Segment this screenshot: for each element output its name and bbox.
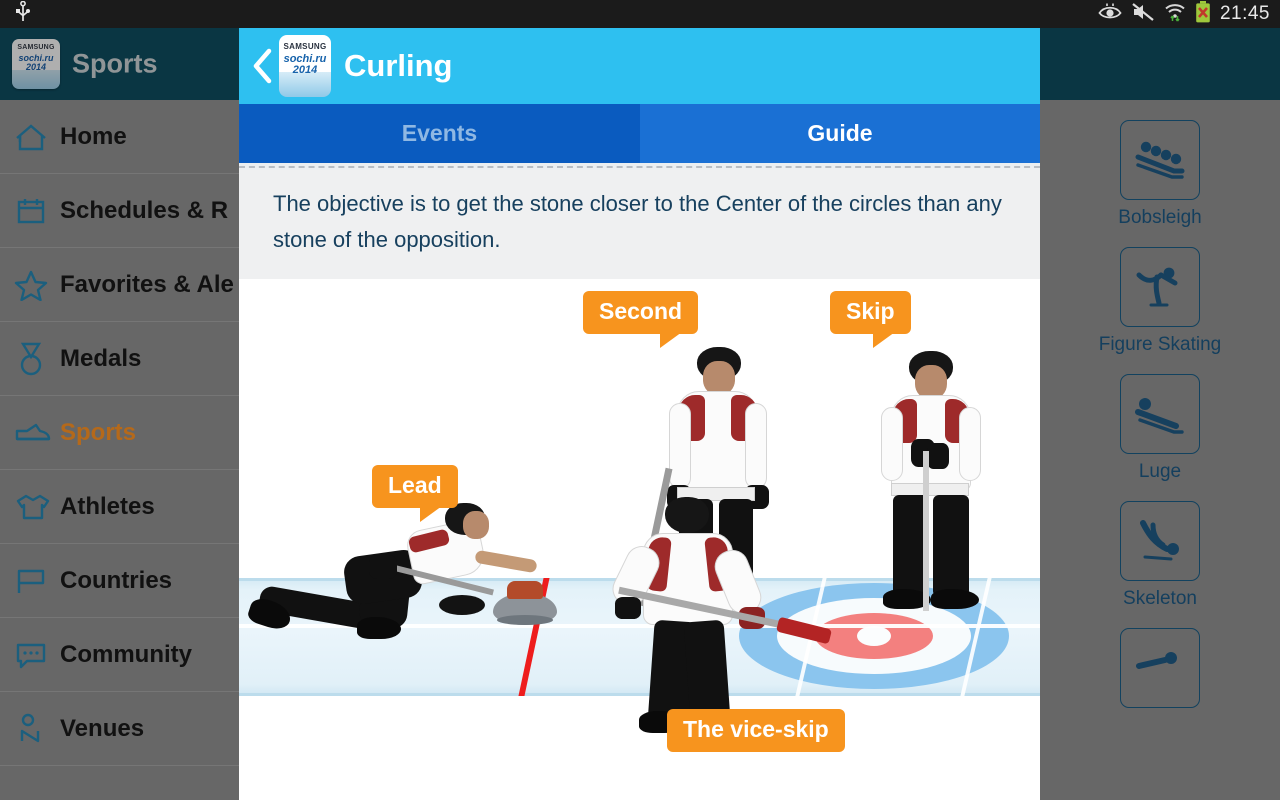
sidebar-item-label: Schedules & R: [60, 196, 229, 224]
status-right-icons: 21:45: [1098, 0, 1270, 28]
sports-grid: Bobsleigh Figure Skating Luge Skeleton: [1040, 100, 1280, 715]
sochi-badge-icon: SAMSUNG sochi.ru 2014: [279, 35, 331, 97]
sidebar-item-label: Countries: [60, 566, 173, 594]
shirt-icon: [14, 492, 60, 522]
home-icon: [14, 122, 60, 152]
callout-lead: Lead: [372, 465, 458, 523]
back-chevron-icon[interactable]: [246, 28, 280, 104]
clock: 21:45: [1219, 3, 1270, 24]
callout-tail: [419, 506, 442, 523]
sidebar-item-venues[interactable]: Venues: [0, 692, 240, 766]
curler-vice-skip: [607, 497, 833, 734]
dim-overlay-header: [0, 28, 240, 100]
calendar-icon: [14, 196, 60, 226]
status-bar: 21:45: [0, 0, 1280, 28]
sport-label: Figure Skating: [1098, 334, 1222, 355]
sidebar-item-label: Athletes: [60, 492, 155, 520]
sport-item-luge[interactable]: Luge: [1090, 374, 1230, 483]
bobsleigh-icon: [1120, 120, 1200, 200]
callout-tail: [872, 332, 895, 349]
broom-head: [439, 595, 485, 616]
sport-item-figure-skating[interactable]: Figure Skating: [1090, 247, 1230, 356]
luge-icon: [1120, 374, 1200, 454]
sidebar-item-label: Home: [60, 122, 127, 150]
star-icon: [14, 269, 60, 301]
callout-vice-skip: The vice-skip: [667, 709, 845, 753]
sidebar-item-label: Favorites & Ale: [60, 270, 234, 298]
background-left-sidebar: SAMSUNG sochi.ru 2014 Sports Home Schedu…: [0, 28, 240, 800]
sidebar-item-label: Sports: [60, 418, 137, 446]
chat-icon: [14, 640, 60, 670]
page-title: Curling: [344, 48, 453, 83]
sidebar-item-sports[interactable]: Sports: [0, 396, 240, 470]
callout-tail: [660, 332, 683, 349]
sidebar-item-label: Community: [60, 640, 192, 668]
dim-overlay-right-header: [1040, 28, 1280, 100]
sidebar-item-community[interactable]: Community: [0, 618, 240, 692]
sidebar-item-favorites[interactable]: Favorites & Ale: [0, 248, 240, 322]
curling-dialog: SAMSUNG sochi.ru 2014 Curling Events Gui…: [239, 28, 1040, 800]
skeleton-icon: [1120, 501, 1200, 581]
sidebar-list: Home Schedules & R Favorites & Ale Medal…: [0, 100, 240, 766]
mute-icon: [1131, 2, 1155, 27]
sport-item-partial[interactable]: [1090, 628, 1230, 715]
ski-jumping-icon: [1120, 628, 1200, 708]
callout-label: The vice-skip: [683, 716, 829, 743]
usb-icon: [14, 0, 32, 28]
callout-label: Lead: [388, 472, 442, 499]
callout-skip: Skip: [830, 291, 911, 349]
curling-stone: [493, 579, 557, 627]
flag-icon: [14, 566, 60, 596]
eye-icon: [1098, 3, 1122, 26]
sidebar-item-medals[interactable]: Medals: [0, 322, 240, 396]
badge-line3: 2014: [292, 64, 318, 76]
status-left-icons: [14, 0, 32, 28]
background-app-header: SAMSUNG sochi.ru 2014 Sports: [0, 28, 240, 100]
venue-icon: [14, 713, 60, 745]
sidebar-item-label: Venues: [60, 714, 145, 742]
curling-illustration: Lead Second Skip The vice-skip 1 of 4: [239, 279, 1040, 800]
wifi-icon: [1164, 2, 1186, 27]
tab-bar: Events Guide: [239, 104, 1040, 163]
figure-skating-icon: [1120, 247, 1200, 327]
battery-error-icon: [1195, 0, 1211, 28]
guide-description: The objective is to get the stone closer…: [239, 168, 1040, 280]
dialog-header: SAMSUNG sochi.ru 2014 Curling: [239, 28, 1040, 104]
medal-icon: [14, 342, 60, 376]
sport-label: Bobsleigh: [1118, 207, 1202, 228]
callout-label: Skip: [846, 298, 895, 325]
curler-skip: [879, 351, 989, 612]
sport-item-bobsleigh[interactable]: Bobsleigh: [1090, 120, 1230, 229]
screen: SAMSUNG sochi.ru 2014 Sports Home Schedu…: [0, 0, 1280, 800]
sport-label: Luge: [1138, 461, 1182, 482]
sport-item-skeleton[interactable]: Skeleton: [1090, 501, 1230, 610]
shoe-icon: [14, 419, 60, 447]
sidebar-item-athletes[interactable]: Athletes: [0, 470, 240, 544]
tab-events[interactable]: Events: [239, 104, 640, 163]
tab-guide[interactable]: Guide: [640, 104, 1040, 163]
sports-panel-header: [1040, 28, 1280, 100]
description-text: The objective is to get the stone closer…: [273, 191, 1002, 252]
callout-label: Second: [599, 298, 683, 325]
badge-line1: SAMSUNG: [283, 42, 327, 51]
callout-second: Second: [583, 291, 699, 349]
sidebar-item-countries[interactable]: Countries: [0, 544, 240, 618]
sidebar-item-home[interactable]: Home: [0, 100, 240, 174]
sidebar-item-schedules[interactable]: Schedules & R: [0, 174, 240, 248]
sidebar-item-label: Medals: [60, 344, 142, 372]
background-sports-panel: Bobsleigh Figure Skating Luge Skeleton: [1040, 28, 1280, 800]
sport-label: Skeleton: [1123, 588, 1197, 609]
